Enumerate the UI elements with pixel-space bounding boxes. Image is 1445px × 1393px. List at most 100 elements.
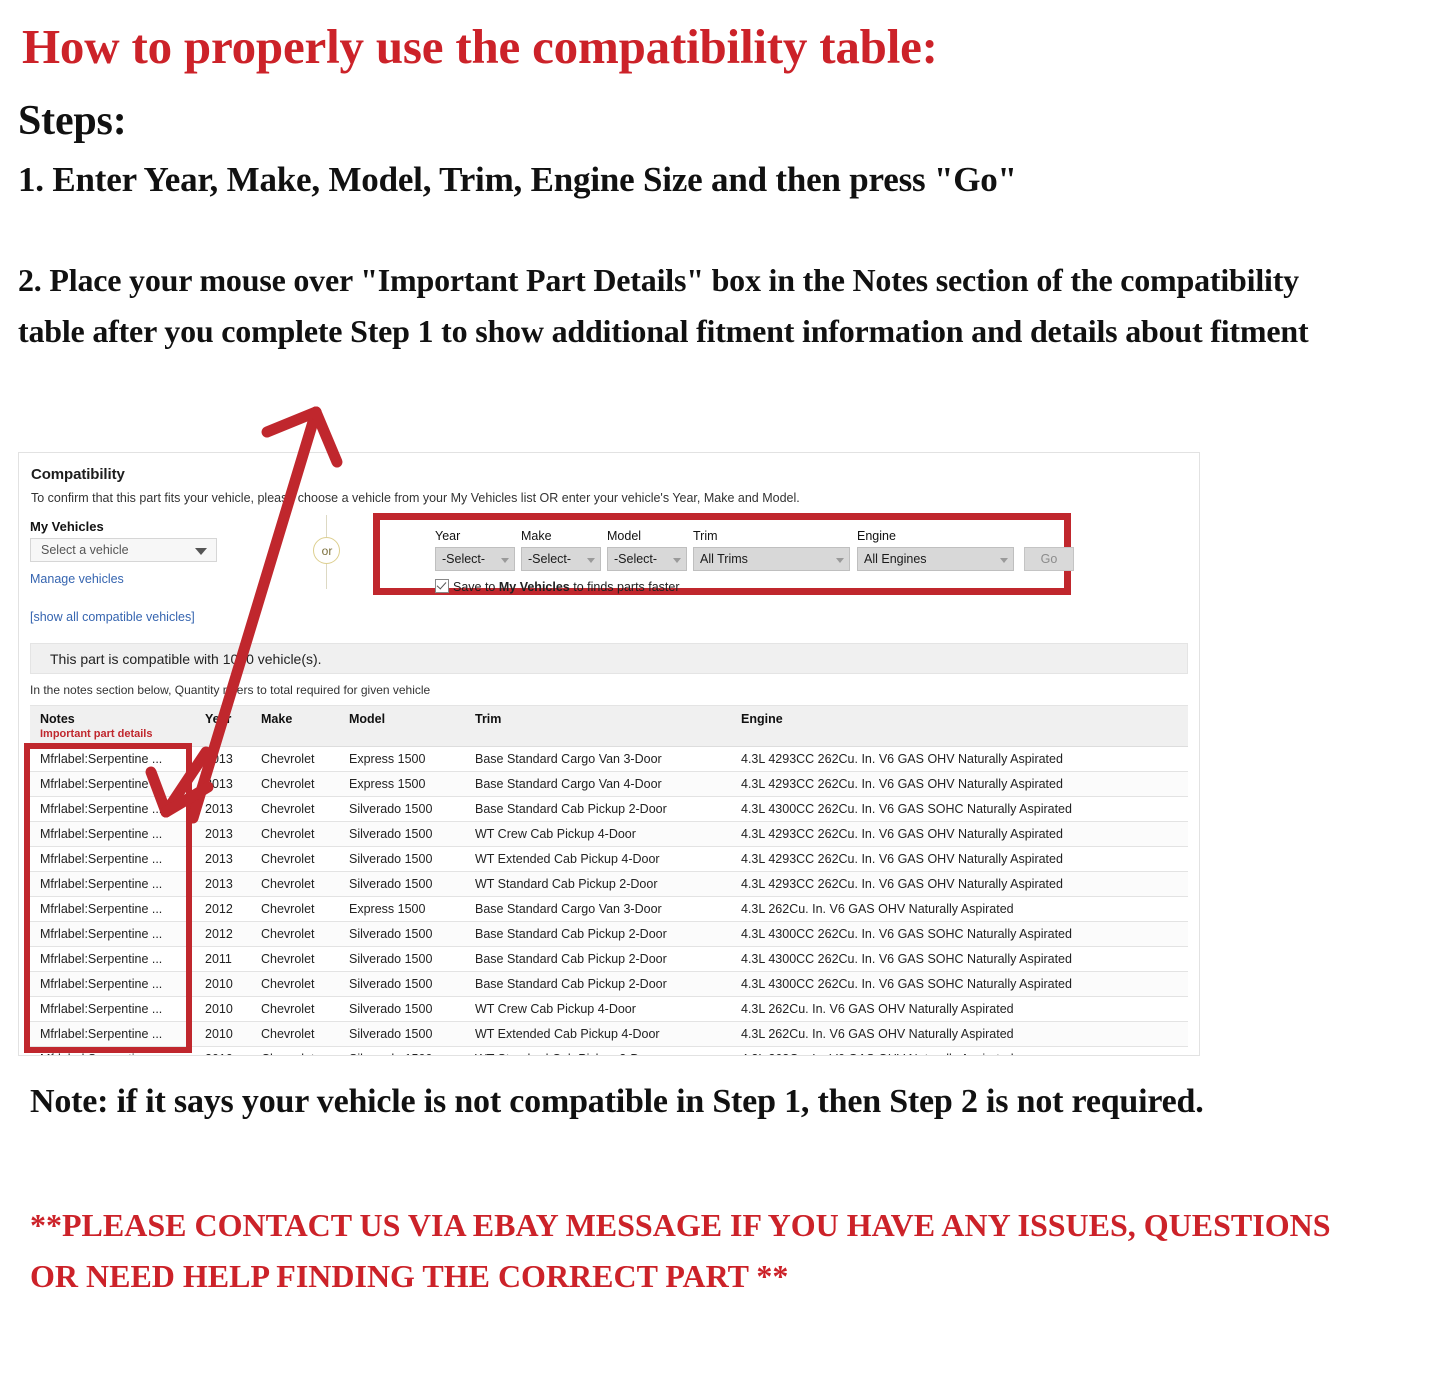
cell-model: Silverado 1500 <box>339 946 465 972</box>
cell-notes: Mfrlabel:Serpentine ... <box>30 896 195 922</box>
save-suffix-text: to finds parts faster <box>569 580 680 594</box>
cell-model: Silverado 1500 <box>339 796 465 822</box>
compatibility-table: Notes Important part details Year Make M… <box>30 705 1188 1055</box>
cell-notes: Mfrlabel:Serpentine ... <box>30 996 195 1022</box>
cell-make: Chevrolet <box>251 971 339 997</box>
contact-text: **PLEASE CONTACT US VIA EBAY MESSAGE IF … <box>30 1207 1331 1294</box>
page-title: How to properly use the compatibility ta… <box>22 19 938 74</box>
cell-trim: Base Standard Cargo Van 3-Door <box>465 896 731 922</box>
cell-year: 2012 <box>195 896 251 922</box>
table-header-row: Notes Important part details Year Make M… <box>30 705 1188 747</box>
manage-vehicles-link[interactable]: Manage vehicles <box>30 572 124 586</box>
cell-make: Chevrolet <box>251 1021 339 1047</box>
table-row: Mfrlabel:Serpentine ...2010ChevroletSilv… <box>30 996 1188 1022</box>
cell-model: Silverado 1500 <box>339 921 465 947</box>
header-notes-sublabel: Important part details <box>40 728 153 740</box>
cell-make: Chevrolet <box>251 921 339 947</box>
cell-make: Chevrolet <box>251 1046 339 1055</box>
header-engine[interactable]: Engine <box>731 705 1188 747</box>
cell-model: Express 1500 <box>339 896 465 922</box>
engine-label: Engine <box>857 529 896 543</box>
model-value: -Select- <box>614 552 658 566</box>
table-row: Mfrlabel:Serpentine ... 2012 Chevrolet Silv… <box>30 921 1188 947</box>
finder-highlight-box: Year -Select- Make -Select- Model -Selec… <box>373 513 1074 595</box>
cell-engine: 4.3L 262Cu. In. V6 GAS OHV Naturally Asp… <box>731 1021 1188 1047</box>
trim-select[interactable]: All Trims <box>693 547 850 571</box>
cell-engine: 4.3L 4300CC 262Cu. In. V6 GAS SOHC Natur… <box>731 796 1188 822</box>
cell-notes: Mfrlabel:Serpentine ... <box>30 846 195 872</box>
save-to-my-vehicles-checkbox[interactable] <box>435 579 449 593</box>
cell-trim: WT Extended Cab Pickup 4-Door <box>465 846 731 872</box>
cell-trim: Base Standard Cab Pickup 2-Door <box>465 921 731 947</box>
header-trim[interactable]: Trim <box>465 705 731 747</box>
cell-make: Chevrolet <box>251 796 339 822</box>
step-1-text: 1. Enter Year, Make, Model, Trim, Engine… <box>18 160 1017 199</box>
table-row: Mfrlabel:Serpentine ... 2013 Chevrolet Silv… <box>30 846 1188 872</box>
cell-engine: 4.3L 4293CC 262Cu. In. V6 GAS OHV Natura… <box>731 821 1188 847</box>
header-notes[interactable]: Notes Important part details <box>30 705 195 747</box>
cell-model: Silverado 1500 <box>339 1021 465 1047</box>
cell-engine: 4.3L 4293CC 262Cu. In. V6 GAS OHV Natura… <box>731 746 1188 772</box>
cell-year: 2012 <box>195 921 251 947</box>
cell-notes: Mfrlabel:Serpentine ... <box>30 821 195 847</box>
chevron-down-icon <box>501 558 509 563</box>
cell-model: Silverado 1500 <box>339 996 465 1022</box>
cell-trim: Base Standard Cargo Van 3-Door <box>465 746 731 772</box>
cell-notes: Mfrlabel:Serpentine ... <box>30 921 195 947</box>
step-2-text: 2. Place your mouse over "Important Part… <box>18 262 1309 349</box>
table-row: Mfrlabel:Serpentine ... 2013 Chevrolet Silv… <box>30 796 1188 822</box>
cell-trim: Base Standard Cab Pickup 2-Door <box>465 796 731 822</box>
cell-model: Silverado 1500 <box>339 846 465 872</box>
compatibility-count-text: This part is compatible with 1000 vehicl… <box>50 651 322 667</box>
trim-value: All Trims <box>700 552 748 566</box>
header-year[interactable]: Year <box>195 705 251 747</box>
make-value: -Select- <box>528 552 572 566</box>
or-label: or <box>321 544 333 558</box>
save-to-my-vehicles-row[interactable]: Save to My Vehicles to finds parts faste… <box>435 579 680 594</box>
vehicle-select-dropdown[interactable]: Select a vehicle <box>30 538 217 562</box>
or-divider: or <box>310 515 344 589</box>
cell-engine: 4.3L 4300CC 262Cu. In. V6 GAS SOHC Natur… <box>731 971 1188 997</box>
make-select[interactable]: -Select- <box>521 547 601 571</box>
header-make[interactable]: Make <box>251 705 339 747</box>
cell-engine: 4.3L 4293CC 262Cu. In. V6 GAS OHV Natura… <box>731 846 1188 872</box>
show-all-compatible-vehicles-link[interactable]: [show all compatible vehicles] <box>30 610 195 624</box>
table-row: Mfrlabel:Serpentine ... 2013 Chevrolet Expr… <box>30 771 1188 797</box>
header-model[interactable]: Model <box>339 705 465 747</box>
cell-make: Chevrolet <box>251 996 339 1022</box>
vehicle-select-value: Select a vehicle <box>41 543 129 557</box>
cell-year: 2013 <box>195 796 251 822</box>
model-select[interactable]: -Select- <box>607 547 687 571</box>
cell-year: 2013 <box>195 821 251 847</box>
cell-make: Chevrolet <box>251 846 339 872</box>
cell-notes: Mfrlabel:Serpentine ... <box>30 1021 195 1047</box>
cell-trim: Base Standard Cab Pickup 2-Door <box>465 971 731 997</box>
compatibility-heading: Compatibility <box>31 466 125 483</box>
engine-select[interactable]: All Engines <box>857 547 1014 571</box>
cell-model: Silverado 1500 <box>339 1046 465 1055</box>
cell-trim: WT Standard Cab Pickup 2-Door <box>465 871 731 897</box>
table-row: Mfrlabel:Serpentine ... 2012 Chevrolet Expr… <box>30 896 1188 922</box>
year-select[interactable]: -Select- <box>435 547 515 571</box>
cell-year: 2013 <box>195 746 251 772</box>
chevron-down-icon <box>673 558 681 563</box>
compatibility-panel: Compatibility To confirm that this part … <box>18 452 1200 1056</box>
cell-engine: 4.3L 262Cu. In. V6 GAS OHV Naturally Asp… <box>731 996 1188 1022</box>
go-button[interactable]: Go <box>1024 547 1074 571</box>
cell-year: 2010 <box>195 971 251 997</box>
quantity-note: In the notes section below, Quantity ref… <box>30 683 431 697</box>
table-row: Mfrlabel:Serpentine ... 2013 Chevrolet Silv… <box>30 821 1188 847</box>
cell-year: 2013 <box>195 871 251 897</box>
chevron-down-icon <box>836 558 844 563</box>
compatibility-count-banner: This part is compatible with 1000 vehicl… <box>30 643 1188 674</box>
cell-notes: Mfrlabel:Serpentine ... <box>30 746 195 772</box>
cell-model: Silverado 1500 <box>339 871 465 897</box>
cell-notes: Mfrlabel:Serpentine ... <box>30 971 195 997</box>
save-prefix-text: Save to <box>453 580 499 594</box>
engine-value: All Engines <box>864 552 927 566</box>
cell-engine: 4.3L 262Cu. In. V6 GAS OHV Naturally Asp… <box>731 896 1188 922</box>
table-row: Mfrlabel:Serpentine ...2010ChevroletSilv… <box>30 1021 1188 1047</box>
cell-trim: Base Standard Cab Pickup 2-Door <box>465 946 731 972</box>
cell-notes: Mfrlabel:Serpentine ... <box>30 946 195 972</box>
note-text: Note: if it says your vehicle is not com… <box>30 1083 1204 1120</box>
